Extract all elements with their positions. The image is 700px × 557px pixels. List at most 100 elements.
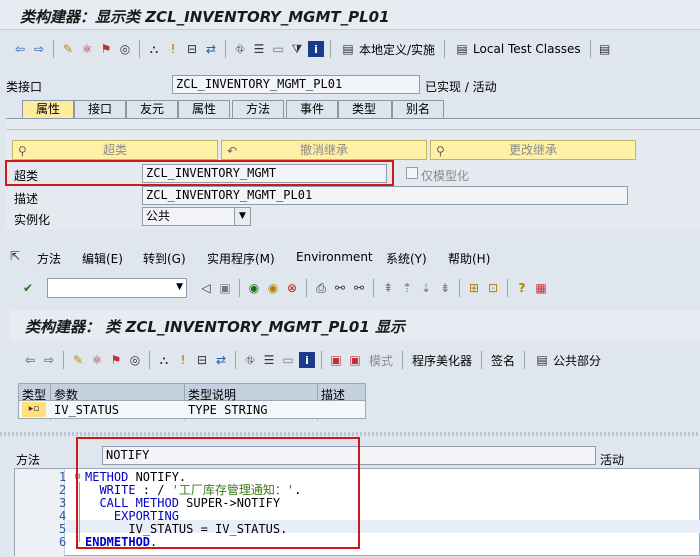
pretty-printer-button[interactable]: 程序美化器 [409,352,475,369]
tab-attributes[interactable]: 属性 [178,100,230,118]
forward-arrow-icon[interactable]: ⇨ [41,352,57,368]
mode-button[interactable]: 模式 [366,352,396,369]
last-page-icon[interactable]: ⇟ [437,280,453,296]
display-object-list-icon[interactable]: ⊟ [194,352,210,368]
find-icon[interactable]: ⚯ [332,280,348,296]
display-change-icon[interactable]: ✎ [60,41,76,57]
document-icon: ▤ [342,42,354,56]
toolbar-separator [306,279,307,297]
parameters-table: 类型 参数 类型说明 描述 ▸▫ IV_STATUS TYPE STRING [18,383,366,420]
param-name: IV_STATUS [54,403,120,417]
back-arrow-icon[interactable]: ⇦ [12,41,28,57]
hierarchy-icon[interactable]: ⛗ [232,41,248,57]
public-section-button[interactable]: ▤ 公共部分 [531,352,604,369]
toolbar-separator [589,40,591,58]
activate-icon[interactable]: ⚑ [98,41,114,57]
enter-check-icon[interactable]: ✔ [20,280,36,296]
menu-goto[interactable]: 转到(G) [143,250,186,267]
command-field[interactable]: ▼ [47,278,187,298]
tab-methods[interactable]: 方法 [232,100,284,118]
chevron-down-icon[interactable]: ▼ [176,282,183,292]
menu-method[interactable]: 方法 [37,250,61,267]
class-interface-field[interactable]: ZCL_INVENTORY_MGMT_PL01 [172,75,420,94]
display-change-icon[interactable]: ✎ [70,352,86,368]
forward-arrow-icon[interactable]: ⇨ [31,41,47,57]
tab-interfaces[interactable]: 接口 [74,100,126,118]
more-icon[interactable]: ▤ [597,41,613,57]
activate-icon[interactable]: ⚑ [108,352,124,368]
local-test-classes-button[interactable]: ▤ Local Test Classes [451,41,584,57]
superclass-tree-icon: ⚲ [18,144,27,158]
back-icon[interactable]: ◉ [246,280,262,296]
frame-icon[interactable]: ▭ [280,352,296,368]
tab-properties[interactable]: 属性 [22,100,74,118]
toolbar-separator [53,40,54,58]
toolbar-separator [330,40,331,58]
menu-help[interactable]: 帮助(H) [448,250,490,267]
info-marker-icon[interactable]: ǃ [175,352,191,368]
save-icon[interactable]: ▣ [217,280,233,296]
frame-icon[interactable]: ▭ [270,41,286,57]
pattern-insert-icon[interactable]: ▣ [347,352,363,368]
toolbar-separator [235,351,236,369]
info-marker-icon[interactable]: ǃ [165,41,181,57]
menu-environment[interactable]: Environment [296,250,373,264]
tab-friends[interactable]: 友元 [126,100,178,118]
shortcut-icon[interactable]: ⊡ [485,280,501,296]
model-only-checkbox[interactable] [406,167,418,179]
instantiation-select[interactable]: 公共 [142,207,236,226]
info-icon[interactable]: i [308,41,324,57]
navigation-window-icon[interactable]: ⇄ [213,352,229,368]
method-label: 方法 [16,453,41,467]
back-arrow-icon[interactable]: ⇦ [22,352,38,368]
tab-aliases[interactable]: 别名 [392,100,444,118]
find-next-icon[interactable]: ⚯ [351,280,367,296]
navigation-window-icon[interactable]: ⇄ [203,41,219,57]
description-field[interactable]: ZCL_INVENTORY_MGMT_PL01 [142,186,628,205]
test-icon[interactable]: ◎ [117,41,133,57]
method-highlight-box [76,437,360,549]
print-icon[interactable]: ⎙ [313,280,329,296]
first-page-icon[interactable]: ⇞ [380,280,396,296]
help-icon[interactable]: ? [514,280,530,296]
change-inheritance-button[interactable]: ⚲ 更改继承 [430,140,636,160]
test-icon[interactable]: ◎ [127,352,143,368]
table-header: 类型 参数 类型说明 描述 [18,383,366,420]
menu-system[interactable]: 系统(Y) [386,250,427,267]
description-label: 描述 [14,192,39,206]
toolbar-separator [321,351,322,369]
collapse-left-icon[interactable]: ◁ [198,280,214,296]
filter-icon[interactable]: ⧩ [289,41,305,57]
cancel-icon[interactable]: ⊗ [284,280,300,296]
info-icon[interactable]: i [299,352,315,368]
menu-utilities[interactable]: 实用程序(M) [207,250,275,267]
layout-icon[interactable]: ▦ [533,280,549,296]
stack-icon[interactable]: ☰ [261,352,277,368]
superclass-button[interactable]: ⚲ 超类 [12,140,218,160]
signature-button[interactable]: 签名 [488,352,518,369]
table-row[interactable]: ▸▫ IV_STATUS TYPE STRING [18,401,366,419]
tab-events[interactable]: 事件 [286,100,338,118]
where-used-icon[interactable]: ⛬ [156,352,172,368]
standard-toolbar: ✔ ▼ ◁ ▣ ◉ ◉ ⊗ ⎙ ⚯ ⚯ ⇞ ⇡ ⇣ ⇟ ⊞ ⊡ ? ▦ [20,277,700,299]
window-title: 类构建器：显示类 ZCL_INVENTORY_MGMT_PL01 [20,8,390,26]
check-icon[interactable]: ⚛ [89,352,105,368]
tab-types[interactable]: 类型 [338,100,392,118]
menu-icon[interactable]: ⇱ [10,249,20,263]
menu-edit[interactable]: 编辑(E) [82,250,123,267]
stack-icon[interactable]: ☰ [251,41,267,57]
new-session-icon[interactable]: ⊞ [466,280,482,296]
chevron-down-icon[interactable]: ▼ [234,207,251,226]
hierarchy-icon[interactable]: ⛗ [242,352,258,368]
method-status: 活动 [600,453,625,467]
previous-page-icon[interactable]: ⇡ [399,280,415,296]
check-icon[interactable]: ⚛ [79,41,95,57]
next-page-icon[interactable]: ⇣ [418,280,434,296]
exit-icon[interactable]: ◉ [265,280,281,296]
local-definitions-button[interactable]: ▤ 本地定义/实施 [337,41,438,58]
splitter-handle[interactable] [0,432,700,436]
undo-inheritance-button[interactable]: ↶ 撤消继承 [221,140,427,160]
display-object-list-icon[interactable]: ⊟ [184,41,200,57]
pattern-icon[interactable]: ▣ [328,352,344,368]
where-used-icon[interactable]: ⛬ [146,41,162,57]
